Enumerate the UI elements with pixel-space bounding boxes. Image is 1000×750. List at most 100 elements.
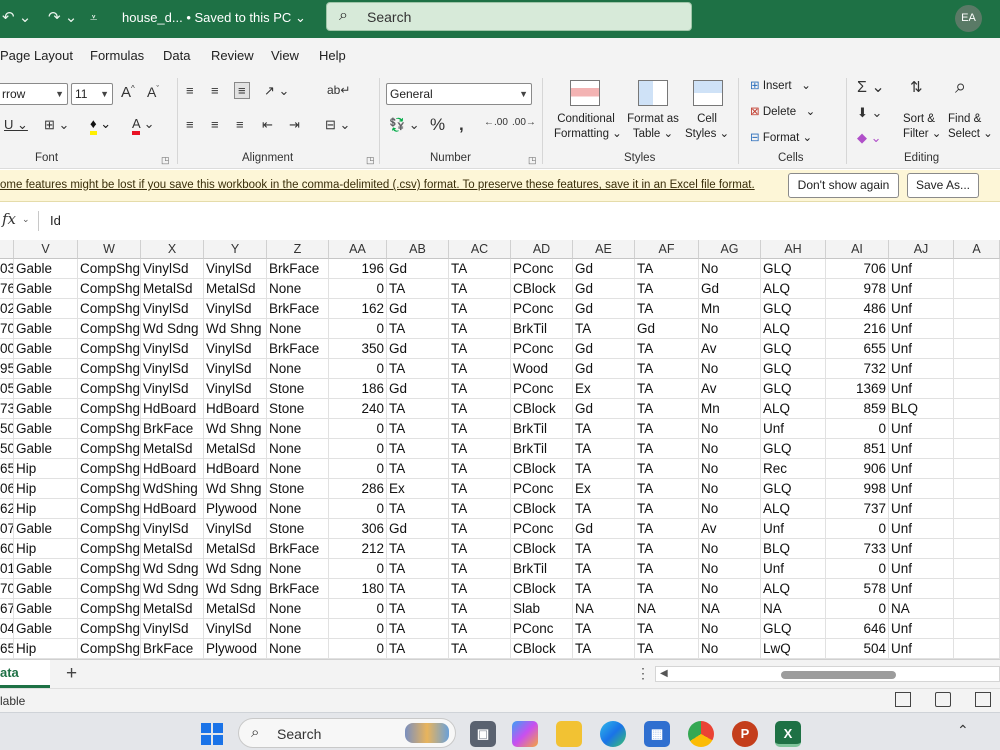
column-header-ac[interactable]: AC	[449, 240, 511, 259]
table-cell[interactable]: 1369	[826, 379, 889, 399]
table-cell[interactable]: 0	[329, 599, 387, 619]
table-cell[interactable]: 998	[826, 479, 889, 499]
table-cell[interactable]: CompShg	[78, 639, 141, 659]
table-cell[interactable]: VinylSd	[141, 259, 204, 279]
wrap-text-icon[interactable]: ab↵	[327, 83, 350, 97]
table-cell[interactable]: NA	[635, 599, 699, 619]
table-cell[interactable]: VinylSd	[141, 619, 204, 639]
table-cell[interactable]: 732	[826, 359, 889, 379]
table-cell[interactable]: None	[267, 559, 329, 579]
comma-style-icon[interactable]: ,	[459, 115, 464, 135]
table-cell[interactable]: VinylSd	[204, 359, 267, 379]
table-cell[interactable]: TA	[573, 559, 635, 579]
table-cell[interactable]	[954, 359, 1000, 379]
column-header-w[interactable]: W	[78, 240, 141, 259]
table-cell[interactable]: CompShg	[78, 579, 141, 599]
table-cell[interactable]: TA	[635, 259, 699, 279]
table-cell[interactable]: CompShg	[78, 319, 141, 339]
table-cell[interactable]: TA	[449, 559, 511, 579]
table-cell[interactable]: Stone	[267, 399, 329, 419]
table-cell[interactable]: NA	[761, 599, 826, 619]
table-cell[interactable]: 50	[0, 419, 14, 439]
table-cell[interactable]: Unf	[889, 499, 954, 519]
table-cell[interactable]: WdShing	[141, 479, 204, 499]
table-cell[interactable]: CompShg	[78, 599, 141, 619]
table-cell[interactable]: Gd	[387, 339, 449, 359]
table-cell[interactable]: No	[699, 479, 761, 499]
table-cell[interactable]	[954, 339, 1000, 359]
chevron-down-icon[interactable]: ⌄	[22, 214, 30, 225]
table-cell[interactable]	[954, 279, 1000, 299]
table-cell[interactable]: CompShg	[78, 539, 141, 559]
table-cell[interactable]: TA	[449, 259, 511, 279]
table-cell[interactable]: MetalSd	[204, 539, 267, 559]
table-cell[interactable]: Plywood	[204, 499, 267, 519]
table-cell[interactable]: TA	[635, 299, 699, 319]
table-cell[interactable]: Unf	[889, 479, 954, 499]
table-cell[interactable]: 65	[0, 459, 14, 479]
chrome-icon[interactable]	[688, 721, 714, 747]
table-cell[interactable]: GLQ	[761, 299, 826, 319]
table-cell[interactable]: No	[699, 619, 761, 639]
table-cell[interactable]: CBlock	[511, 539, 573, 559]
tab-formulas[interactable]: Formulas	[90, 48, 144, 63]
table-cell[interactable]: Wd Shng	[204, 419, 267, 439]
table-cell[interactable]: VinylSd	[204, 299, 267, 319]
cell-styles-icon[interactable]	[693, 80, 723, 106]
table-cell[interactable]: 02	[0, 299, 14, 319]
table-cell[interactable]: BrkTil	[511, 419, 573, 439]
table-cell[interactable]: VinylSd	[141, 339, 204, 359]
table-cell[interactable]: Unf	[889, 279, 954, 299]
table-cell[interactable]: BrkFace	[141, 639, 204, 659]
table-cell[interactable]: 50	[0, 439, 14, 459]
table-cell[interactable]	[954, 499, 1000, 519]
table-cell[interactable]: Plywood	[204, 639, 267, 659]
table-cell[interactable]: Stone	[267, 379, 329, 399]
column-header-z[interactable]: Z	[267, 240, 329, 259]
table-cell[interactable]	[954, 459, 1000, 479]
column-header-v[interactable]: V	[14, 240, 78, 259]
table-cell[interactable]: TA	[635, 379, 699, 399]
column-header-ae[interactable]: AE	[573, 240, 635, 259]
table-cell[interactable]: TA	[449, 399, 511, 419]
table-cell[interactable]: TA	[387, 419, 449, 439]
table-cell[interactable]: 70	[0, 579, 14, 599]
table-cell[interactable]: None	[267, 439, 329, 459]
normal-view-icon[interactable]	[895, 692, 911, 707]
table-cell[interactable]: TA	[449, 339, 511, 359]
table-cell[interactable]: No	[699, 439, 761, 459]
table-cell[interactable]: VinylSd	[141, 519, 204, 539]
table-cell[interactable]: VinylSd	[141, 299, 204, 319]
table-cell[interactable]: No	[699, 319, 761, 339]
table-cell[interactable]: No	[699, 419, 761, 439]
table-cell[interactable]: 504	[826, 639, 889, 659]
table-cell[interactable]: CBlock	[511, 459, 573, 479]
table-cell[interactable]: TA	[449, 279, 511, 299]
table-cell[interactable]: TA	[449, 579, 511, 599]
table-cell[interactable]: MetalSd	[141, 439, 204, 459]
table-cell[interactable]: CBlock	[511, 399, 573, 419]
scroll-left-icon[interactable]: ◀	[660, 668, 668, 679]
table-cell[interactable]: None	[267, 459, 329, 479]
table-cell[interactable]: None	[267, 279, 329, 299]
table-cell[interactable]: None	[267, 639, 329, 659]
align-middle-icon[interactable]: ≡	[211, 83, 219, 98]
table-cell[interactable]: Gable	[14, 579, 78, 599]
table-cell[interactable]: TA	[387, 319, 449, 339]
task-view-icon[interactable]: ▣	[470, 721, 496, 747]
underline-icon[interactable]: U ⌄	[4, 117, 28, 133]
table-cell[interactable]: Hip	[14, 459, 78, 479]
tab-review[interactable]: Review	[211, 48, 254, 63]
table-cell[interactable]: Av	[699, 379, 761, 399]
table-cell[interactable]: PConc	[511, 339, 573, 359]
cell-styles-button[interactable]: Cell Styles ⌄	[685, 112, 729, 142]
table-cell[interactable]: PConc	[511, 259, 573, 279]
table-cell[interactable]: 906	[826, 459, 889, 479]
table-cell[interactable]: TA	[387, 459, 449, 479]
table-cell[interactable]: ALQ	[761, 399, 826, 419]
table-cell[interactable]: PConc	[511, 519, 573, 539]
table-cell[interactable]: Hip	[14, 499, 78, 519]
table-cell[interactable]: None	[267, 619, 329, 639]
table-cell[interactable]: BLQ	[889, 399, 954, 419]
table-cell[interactable]: Unf	[889, 459, 954, 479]
